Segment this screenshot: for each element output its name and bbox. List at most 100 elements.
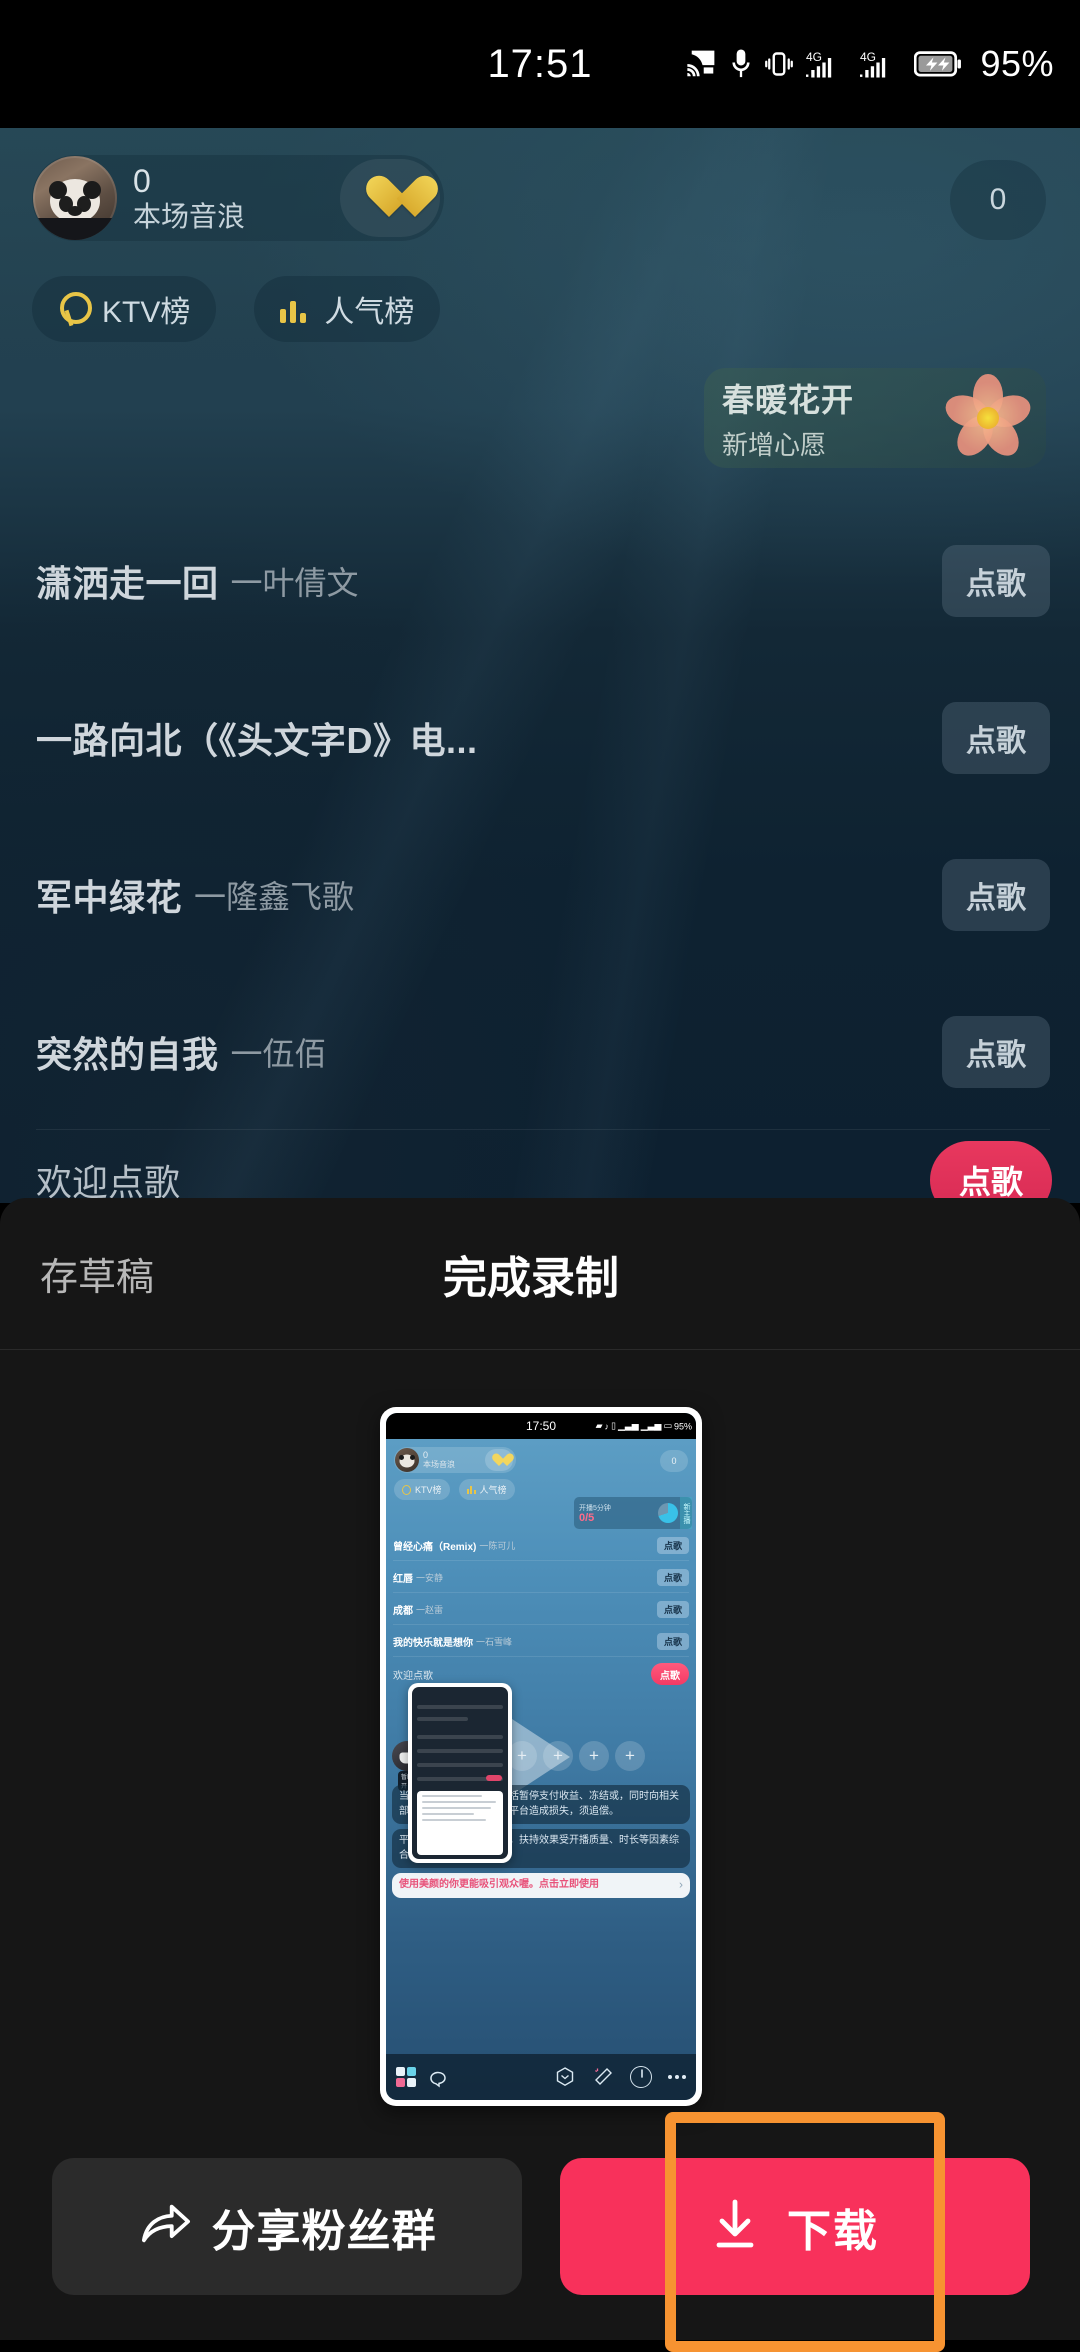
table-row[interactable]: 一路向北（《头文字D》电... 点歌 [0,659,1080,816]
preview-battery-icon: ▭ [663,1420,672,1431]
pick-song-primary-button[interactable]: 点歌 [930,1141,1052,1203]
avatar[interactable] [33,156,117,240]
table-row[interactable]: 军中绿花 一隆鑫飞歌 点歌 [0,816,1080,973]
song-title: 一路向北（《头文字D》电... [36,719,478,761]
video-preview[interactable]: 17:50 ▰ ♪ ▯ ▁▃▅ ▁▃▅ ▭ 95% 0 本场音浪 0 KTV榜 … [386,1413,696,2100]
preview-vibrate-icon: ▯ [610,1420,616,1431]
table-row[interactable]: 突然的自我 一伍佰 点歌 [0,973,1080,1130]
preview-seat-add-icon: + [579,1741,609,1771]
pick-song-button[interactable]: 点歌 [942,544,1050,617]
signal-4g-icon: 4G [806,47,848,81]
list-item: 红唇 一安静 点歌 [393,1561,689,1593]
pick-song-button[interactable]: 点歌 [942,701,1050,774]
signal-4g-secondary-icon: 4G [860,47,902,81]
preview-task-side-label: 新主播 [680,1497,692,1529]
preview-ktv-chip: KTV榜 [394,1479,450,1500]
preview-task-line2: 0/5 [579,1511,595,1524]
preview-popularity-icon [466,1485,476,1494]
download-button[interactable]: 下载 [560,2158,1030,2295]
preview-task-line1: 开播5分钟 [579,1504,611,1512]
preview-avatar [395,1448,419,1472]
heart-icon [365,175,415,221]
svg-text:4G: 4G [806,50,822,64]
preview-anchor-pill: 0 本场音浪 [394,1447,516,1473]
sound-label: 本场音浪 [133,201,246,233]
preview-viewer-count: 0 [660,1450,688,1472]
status-bar-icons: 4G 4G 95% [684,43,1054,85]
status-bar-time: 17:51 [487,41,593,86]
list-item: 成都 一赵雷 点歌 [393,1593,689,1625]
microphone-icon [730,48,752,80]
viewer-count-badge[interactable]: 0 [950,160,1046,240]
vibrate-icon [764,49,794,79]
welcome-row: 欢迎点歌 点歌 [0,1130,1080,1203]
heart-button[interactable] [340,159,440,237]
rank-chip-row: KTV榜 人气榜 [32,276,441,342]
preview-rank-chips: KTV榜 人气榜 [394,1479,515,1500]
welcome-label: 欢迎点歌 [36,1162,181,1203]
preview-ktv-label: KTV榜 [415,1485,442,1495]
preview-signal-icon: ▁▃▅ [617,1420,639,1431]
grid-icon [396,2067,416,2087]
list-item: 使用美颜的你更能吸引观众喔。点击立即使用 › [392,1873,690,1898]
preview-seat-add-icon: + [543,1741,573,1771]
song-title: 军中绿花 [36,876,183,918]
preview-floating-window [408,1683,512,1863]
preview-sound-label: 本场音浪 [423,1459,455,1469]
gift-box-icon [554,2066,576,2088]
preview-header: 0 本场音浪 0 KTV榜 人气榜 开播5分钟 0/5 新主播 [386,1439,696,1529]
list-item: 曾经心痛（Remix) 一陈可儿 点歌 [393,1529,689,1561]
pick-song-button[interactable]: 点歌 [942,858,1050,931]
share-arrow-icon [138,2200,192,2253]
ktv-rank-chip[interactable]: KTV榜 [32,276,217,342]
song-title: 潇洒走一回 [36,562,219,604]
preview-song-title: 成都 [393,1605,413,1617]
preview-pick-button: 点歌 [657,1568,689,1586]
preview-toolbar-right [554,2066,686,2088]
download-label: 下载 [787,2206,879,2256]
more-icon [668,2075,686,2079]
preview-popularity-chip: 人气榜 [458,1479,515,1500]
preview-song-title: 曾经心痛（Remix) [393,1541,477,1553]
song-artist: 一伍佰 [230,1035,327,1072]
anchor-stats: 0 本场音浪 [133,164,245,233]
preview-battery-percent: 95% [673,1421,692,1431]
preview-cast-icon: ▰ [595,1420,603,1431]
anchor-info-pill[interactable]: 0 本场音浪 [32,155,444,241]
sheet-header: 存草稿 完成录制 [0,1198,1080,1350]
page-title: 完成录制 [443,1253,619,1303]
preview-status-icons: ▰ ♪ ▯ ▁▃▅ ▁▃▅ ▭ 95% [596,1421,692,1432]
download-arrow-icon [711,2198,759,2255]
sound-value: 0 [133,162,151,199]
preview-popularity-label: 人气榜 [479,1485,507,1495]
video-preview-card[interactable]: 17:50 ▰ ♪ ▯ ▁▃▅ ▁▃▅ ▭ 95% 0 本场音浪 0 KTV榜 … [380,1407,702,2106]
live-stream-background: 0 本场音浪 0 KTV榜 人气榜 春暖花开 新增心愿 潇洒走一回 一叶倩文 点… [0,128,1080,1203]
preview-song-title: 红唇 [393,1573,413,1585]
preview-song-artist: 一陈可儿 [479,1540,516,1551]
preview-bottom-toolbar [386,2054,696,2100]
popularity-rank-label: 人气榜 [324,296,415,329]
ktv-rank-label: KTV榜 [102,296,191,329]
popularity-rank-chip[interactable]: 人气榜 [254,276,441,342]
song-title: 突然的自我 [36,1033,219,1075]
song-request-list: 潇洒走一回 一叶倩文 点歌 一路向北（《头文字D》电... 点歌 军中绿花 一隆… [0,502,1080,1203]
magic-wand-icon [592,2066,614,2088]
preview-chat-highlight: 使用美颜的你更能吸引观众喔。点击立即使用 [399,1879,599,1890]
battery-percent: 95% [980,43,1054,84]
preview-welcome-label: 欢迎点歌 [393,1670,433,1682]
preview-heart-icon [485,1449,513,1471]
table-row[interactable]: 潇洒走一回 一叶倩文 点歌 [0,502,1080,659]
battery-charging-icon [914,50,962,78]
wish-card[interactable]: 春暖花开 新增心愿 [704,368,1046,468]
cast-icon [684,49,718,79]
preview-signal2-icon: ▁▃▅ [640,1420,662,1431]
share-fan-group-button[interactable]: 分享粉丝群 [52,2158,522,2295]
wish-card-subtitle: 新增心愿 [722,429,827,460]
preview-seat-add-icon: + [615,1741,645,1771]
pick-song-button[interactable]: 点歌 [942,1015,1050,1088]
preview-pick-button: 点歌 [657,1632,689,1650]
song-artist: 一叶倩文 [230,564,359,601]
preview-mic-icon: ♪ [604,1421,609,1431]
preview-status-bar: 17:50 ▰ ♪ ▯ ▁▃▅ ▁▃▅ ▭ 95% [386,1413,696,1439]
preview-pick-button: 点歌 [657,1536,689,1554]
